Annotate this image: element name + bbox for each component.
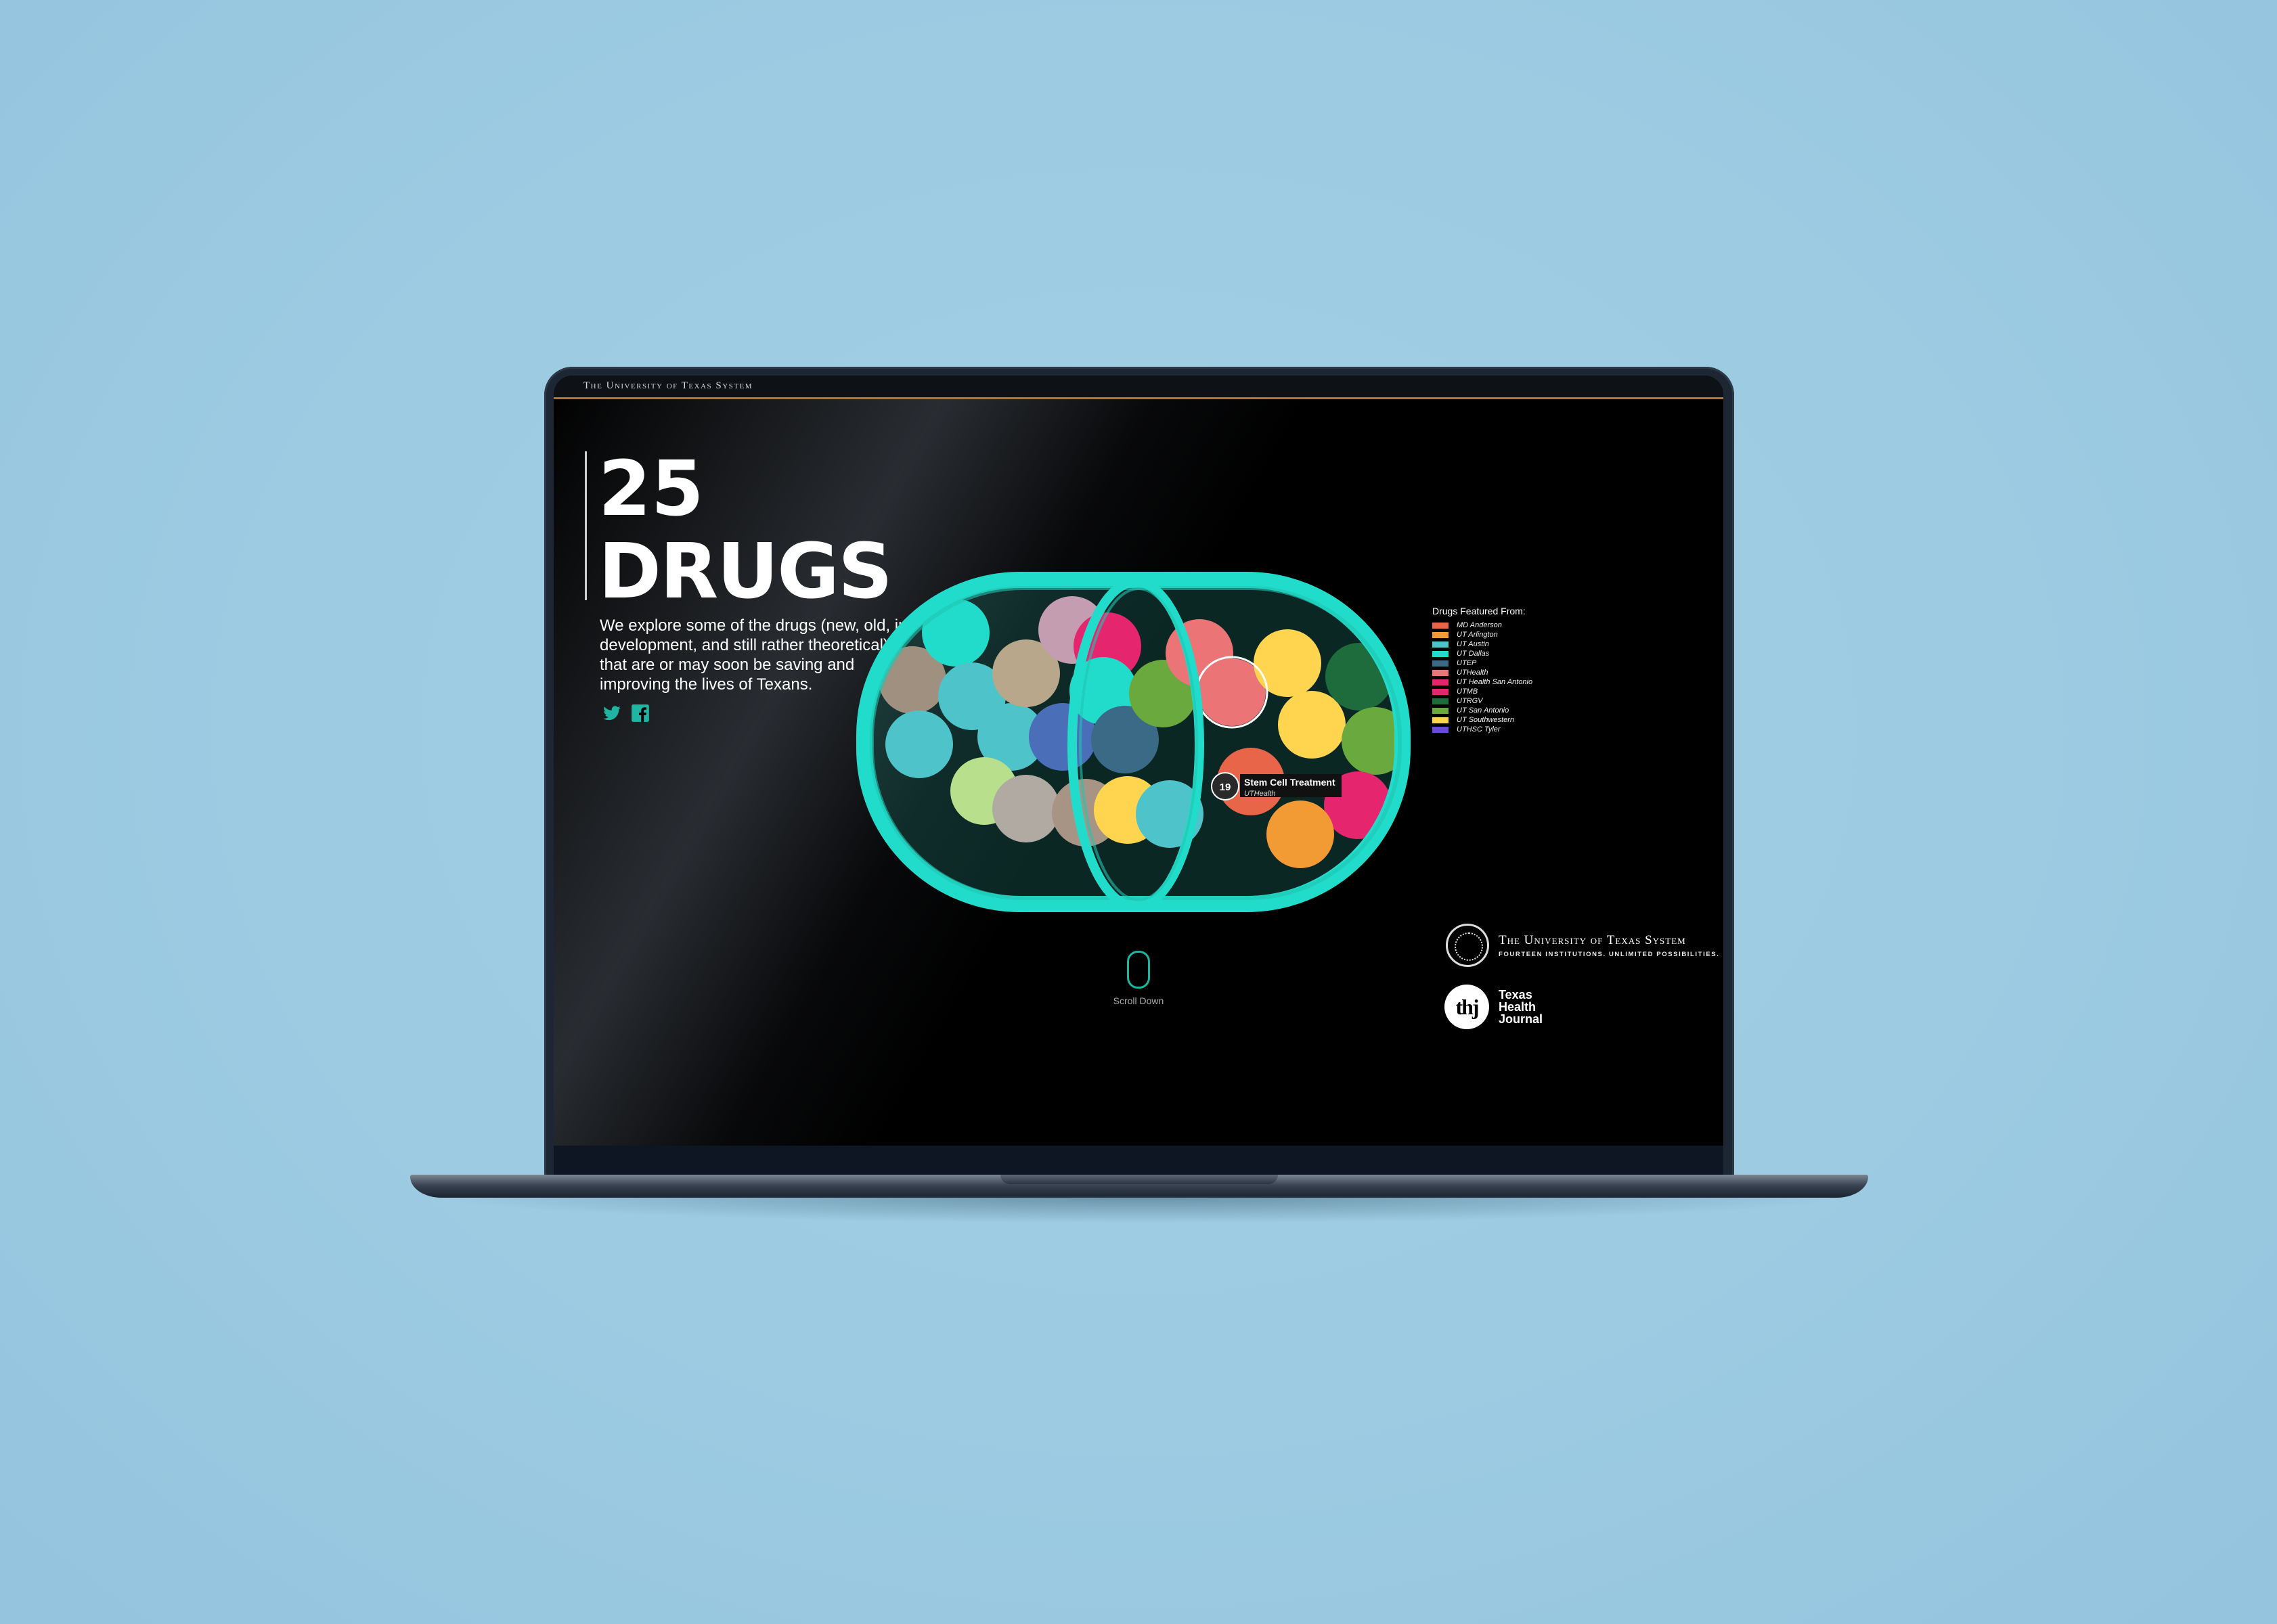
uts-logo[interactable]: The University of Texas System FOURTEEN … [1446,924,1719,967]
thj-logo[interactable]: thj Texas Health Journal [1444,985,1543,1029]
legend-item[interactable]: UT Austin [1432,639,1532,649]
legend-item[interactable]: UTMB [1432,687,1532,696]
tooltip[interactable]: 19 Stem Cell Treatment UTHealth [1211,772,1342,800]
legend-label: UT San Antonio [1457,706,1509,715]
legend-swatch [1432,679,1449,685]
legend-swatch [1432,660,1449,667]
laptop-notch [1000,1175,1278,1184]
legend-item[interactable]: UTEP [1432,658,1532,668]
legend-swatch [1432,707,1449,714]
legend-item[interactable]: UT Arlington [1432,630,1532,639]
legend-item[interactable]: UTRGV [1432,696,1532,706]
uts-tagline: FOURTEEN INSTITUTIONS. UNLIMITED POSSIBI… [1499,950,1720,958]
thj-badge-icon: thj [1444,985,1489,1029]
legend-swatch [1432,726,1449,733]
laptop-shadow [433,1196,1848,1223]
tooltip-title: Stem Cell Treatment [1244,777,1335,788]
tooltip-institution: UTHealth [1244,790,1275,798]
legend-title: Drugs Featured From: [1432,606,1526,616]
legend-label: UT Dallas [1457,650,1490,658]
thj-line-3: Journal [1499,1012,1543,1026]
drug-bubble[interactable] [1278,691,1346,759]
uts-seal-icon [1446,924,1489,967]
legend-label: UTHealth [1457,669,1488,677]
legend-label: MD Anderson [1457,621,1502,629]
legend-item[interactable]: UT San Antonio [1432,706,1532,715]
browser-screen: The University of Texas System 25 DRUGS … [554,376,1723,1146]
legend-label: UT Southwestern [1457,716,1514,724]
legend-item[interactable]: MD Anderson [1432,621,1532,630]
legend-item[interactable]: UTHealth [1432,668,1532,677]
drug-bubble[interactable] [885,710,953,778]
legend-swatch [1432,622,1449,629]
scroll-down-button[interactable]: Scroll Down [1111,951,1166,1006]
legend-item[interactable]: UT Health San Antonio [1432,677,1532,687]
mouse-icon [1127,951,1150,989]
legend-label: UT Arlington [1457,631,1498,639]
drug-bubble[interactable] [1266,800,1334,868]
legend-label: UT Health San Antonio [1457,678,1533,686]
legend-label: UT Austin [1457,640,1489,648]
legend-label: UTRGV [1457,697,1483,705]
legend-swatch [1432,698,1449,704]
legend-swatch [1432,641,1449,648]
legend: Drugs Featured From: MD Anderson UT Arli… [1432,606,1532,734]
legend-swatch [1432,717,1449,723]
legend-label: UTHSC Tyler [1457,725,1501,734]
scroll-down-label: Scroll Down [1113,995,1164,1006]
legend-swatch [1432,688,1449,695]
thj-line-2: Health [1499,1000,1537,1014]
drug-bubble[interactable] [1254,629,1321,697]
drug-bubble[interactable] [992,775,1060,842]
legend-item[interactable]: UT Southwestern [1432,715,1532,725]
legend-label: UTMB [1457,687,1478,696]
legend-item[interactable]: UTHSC Tyler [1432,725,1532,734]
legend-label: UTEP [1457,659,1477,667]
legend-swatch [1432,669,1449,676]
legend-item[interactable]: UT Dallas [1432,649,1532,658]
screen-bottom-bezel [554,1146,1723,1176]
thj-line-1: Texas [1499,988,1532,1001]
tooltip-number: 19 [1220,782,1231,793]
pill-visualization: 19 Stem Cell Treatment UTHealth [856,572,1411,912]
legend-swatch [1432,650,1449,657]
legend-swatch [1432,631,1449,638]
uts-name: The University of Texas System [1499,932,1686,947]
